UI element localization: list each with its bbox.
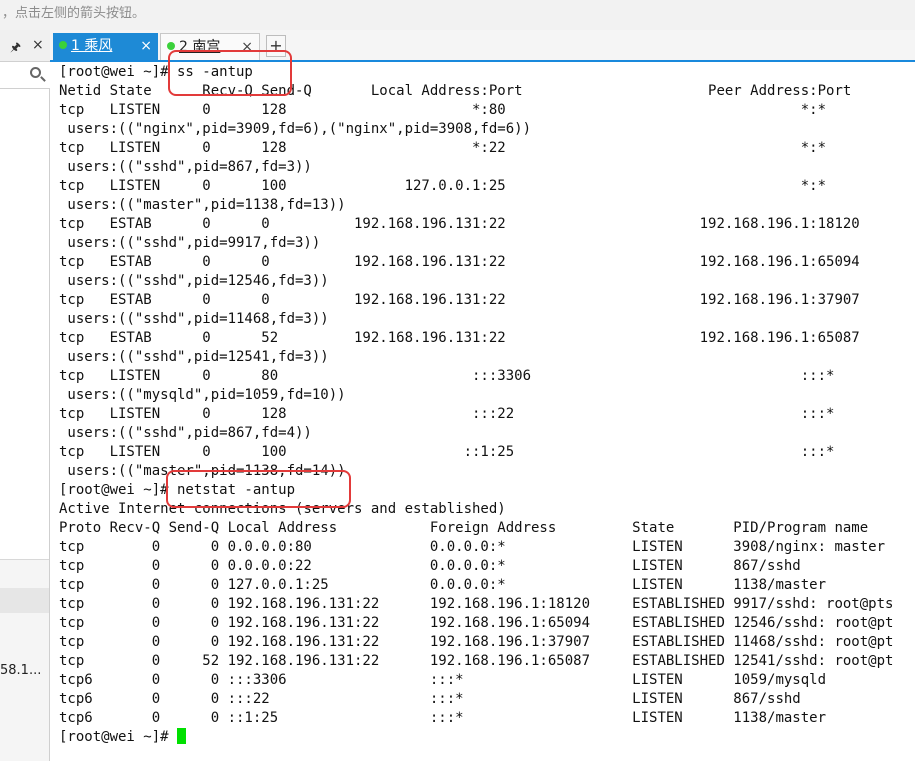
session-item[interactable]: 58.1...	[0, 663, 41, 678]
terminal-text: [root@wei ~]# ss -antup Netid State Recv…	[54, 63, 915, 747]
terminal-line: tcp6 0 0 :::3306 :::* LISTEN 1059/mysqld	[59, 672, 827, 688]
top-hint-text: ，点击左侧的箭头按钮。	[0, 0, 915, 30]
divider	[0, 559, 49, 560]
session-list	[0, 89, 49, 559]
terminal-line: users:(("sshd",pid=12546,fd=3))	[59, 273, 329, 289]
terminal-line: Proto Recv-Q Send-Q Local Address Foreig…	[59, 520, 869, 536]
terminal-line: users:(("mysqld",pid=1059,fd=10))	[59, 387, 346, 403]
search-icon[interactable]	[30, 67, 41, 78]
annotation-highlight-ss	[168, 50, 292, 96]
terminal-line: tcp 0 52 192.168.196.131:22 192.168.196.…	[59, 653, 894, 669]
terminal-line: users:(("sshd",pid=11468,fd=3))	[59, 311, 329, 327]
terminal-line: tcp LISTEN 0 100 ::1:25 :::*	[59, 444, 835, 460]
terminal-line: tcp LISTEN 0 100 127.0.0.1:25 *:*	[59, 178, 827, 194]
terminal-line: tcp ESTAB 0 52 192.168.196.131:22 192.16…	[59, 330, 860, 346]
terminal-line: tcp 0 0 192.168.196.131:22 192.168.196.1…	[59, 615, 894, 631]
tab-label: 1 乘风	[71, 38, 113, 54]
terminal-line: tcp 0 0 0.0.0.0:22 0.0.0.0:* LISTEN 867/…	[59, 558, 801, 574]
terminal-line: [root@wei ~]#	[59, 729, 178, 745]
left-panel: 🖈 × 58.1...	[0, 30, 50, 761]
terminal-line: tcp ESTAB 0 0 192.168.196.131:22 192.168…	[59, 292, 860, 308]
terminal-line: users:(("nginx",pid=3909,fd=6),("nginx",…	[59, 121, 532, 137]
terminal-line: users:(("sshd",pid=867,fd=3))	[59, 159, 312, 175]
close-icon[interactable]: ×	[32, 37, 44, 53]
status-dot-icon	[167, 42, 175, 50]
pin-icon[interactable]: 🖈	[10, 38, 21, 59]
terminal-line: tcp 0 0 192.168.196.131:22 192.168.196.1…	[59, 596, 894, 612]
tab-session-1[interactable]: 1 乘风 ×	[53, 33, 158, 60]
terminal-line: users:(("sshd",pid=9917,fd=3))	[59, 235, 321, 251]
terminal-line: users:(("sshd",pid=12541,fd=3))	[59, 349, 329, 365]
left-section-band	[0, 588, 49, 613]
terminal-output[interactable]: [root@wei ~]# ss -antup Netid State Recv…	[54, 63, 915, 761]
terminal-line: tcp LISTEN 0 80 :::3306 :::*	[59, 368, 835, 384]
terminal-line: users:(("sshd",pid=867,fd=4))	[59, 425, 312, 441]
terminal-cursor	[177, 728, 187, 744]
terminal-line: tcp 0 0 127.0.0.1:25 0.0.0.0:* LISTEN 11…	[59, 577, 827, 593]
terminal-line: tcp ESTAB 0 0 192.168.196.131:22 192.168…	[59, 216, 860, 232]
terminal-line: tcp6 0 0 ::1:25 :::* LISTEN 1138/master	[59, 710, 827, 726]
left-search-input[interactable]	[0, 62, 50, 89]
terminal-line: users:(("master",pid=1138,fd=13))	[59, 197, 346, 213]
terminal-line: tcp6 0 0 :::22 :::* LISTEN 867/sshd	[59, 691, 801, 707]
terminal-line: tcp LISTEN 0 128 *:22 *:*	[59, 140, 827, 156]
terminal-line: tcp LISTEN 0 128 :::22 :::*	[59, 406, 835, 422]
terminal-line: tcp 0 0 0.0.0.0:80 0.0.0.0:* LISTEN 3908…	[59, 539, 886, 555]
left-panel-header: 🖈 ×	[0, 30, 50, 62]
terminal-line: tcp LISTEN 0 128 *:80 *:*	[59, 102, 827, 118]
annotation-highlight-netstat	[166, 470, 351, 508]
tab-close-icon[interactable]: ×	[140, 33, 152, 59]
terminal-line: tcp 0 0 192.168.196.131:22 192.168.196.1…	[59, 634, 894, 650]
terminal-line: tcp ESTAB 0 0 192.168.196.131:22 192.168…	[59, 254, 860, 270]
status-dot-icon	[59, 41, 67, 49]
